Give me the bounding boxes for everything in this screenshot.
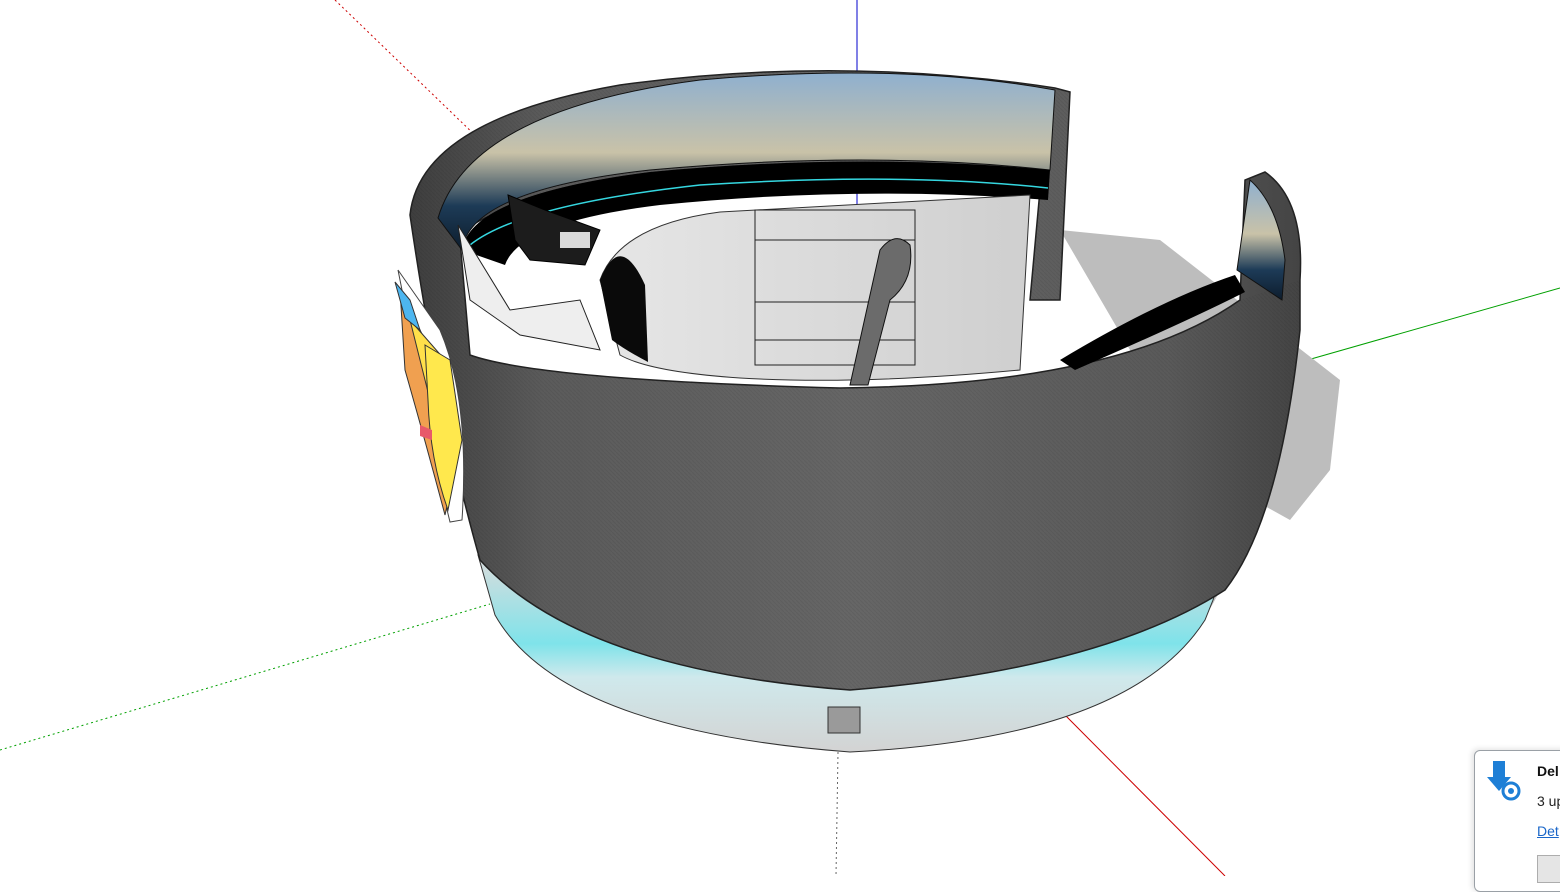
update-gear-icon	[1487, 761, 1521, 801]
vent-grille-icon	[827, 706, 861, 734]
interior-wall	[599, 194, 1031, 381]
blue-axis-dotted	[835, 751, 839, 877]
red-axis-dotted	[334, 0, 481, 141]
red-axis-solid	[1064, 714, 1226, 877]
update-notification[interactable]: Del 3 up Det	[1474, 750, 1560, 892]
notification-details-link[interactable]: Det	[1537, 823, 1559, 839]
green-axis-solid	[1289, 287, 1560, 366]
notification-button[interactable]	[1537, 855, 1560, 883]
scene-canvas[interactable]	[0, 0, 1560, 877]
notification-body: 3 up	[1537, 793, 1560, 809]
green-axis-dotted	[0, 603, 491, 751]
3d-viewport[interactable]	[0, 0, 1560, 877]
notification-title: Del	[1537, 763, 1559, 779]
